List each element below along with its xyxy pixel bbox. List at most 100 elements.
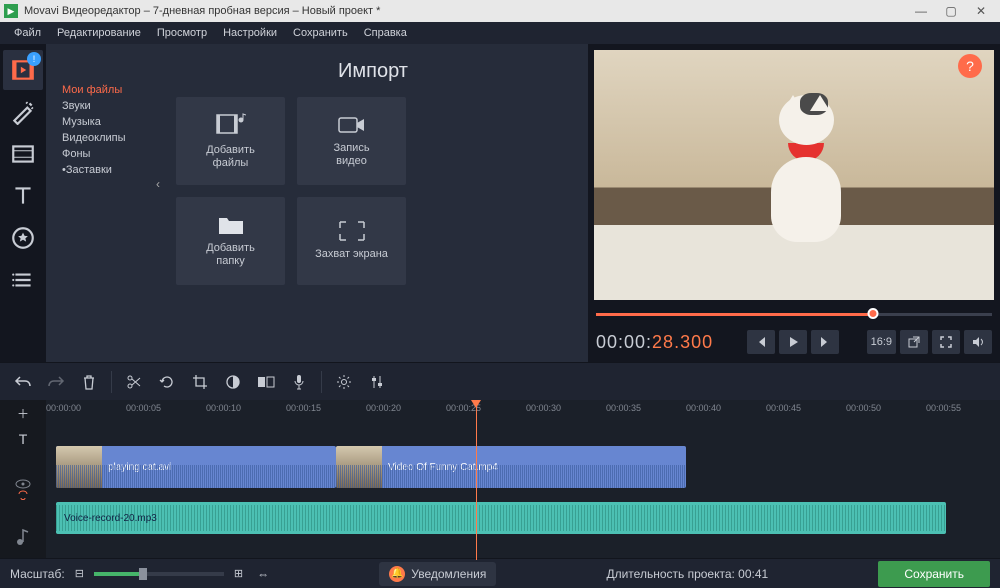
add-track-button[interactable]: ＋ [8,404,38,422]
menu-save[interactable]: Сохранить [285,27,356,39]
project-duration: Длительность проекта: 00:41 [606,567,768,581]
tick: 00:00:20 [366,403,401,413]
next-button[interactable] [811,330,839,354]
clip-properties-button[interactable] [329,368,359,396]
tile-record-video[interactable]: Запись видео [297,97,406,185]
audio-clip-1[interactable]: Voice-record-20.mp3 [56,502,946,534]
video-clip-1[interactable]: playing cat.avi [56,446,336,488]
tile-add-files[interactable]: Добавить файлы [176,97,285,185]
video-track-toggle[interactable] [14,478,32,502]
fit-icon[interactable]: ⇔ [257,567,269,581]
preview-viewport[interactable] [594,50,994,300]
popout-icon [907,335,921,349]
status-bar: Масштаб: ⊟ ⊞ ⇔ 🔔 Уведомления Длительност… [0,558,1000,588]
edit-toolbar [0,362,1000,400]
menubar: Файл Редактирование Просмотр Настройки С… [0,22,1000,44]
sliders-icon [370,374,384,390]
undo-button[interactable] [8,368,38,396]
sidebar-filters[interactable] [3,92,43,132]
skip-forward-icon [818,335,832,349]
menu-help[interactable]: Справка [356,27,415,39]
help-button[interactable]: ? [958,54,982,78]
zoom-in-icon[interactable]: ⊞ [234,567,243,580]
record-audio-button[interactable] [284,368,314,396]
left-sidebar: ! [0,44,46,362]
menu-settings[interactable]: Настройки [215,27,285,39]
sidebar-stickers[interactable] [3,218,43,258]
tile-label: Захват экрана [315,248,388,261]
tick: 00:00:30 [526,403,561,413]
play-button[interactable] [779,330,807,354]
tick: 00:00:15 [286,403,321,413]
cat-myfiles[interactable]: Мои файлы [56,82,168,98]
save-button[interactable]: Сохранить [878,561,990,587]
sidebar-import[interactable]: ! [3,50,43,90]
window-title: Movavi Видеоредактор – 7-дневная пробная… [24,5,906,17]
folder-icon [217,214,245,236]
sidebar-titles[interactable] [3,176,43,216]
tile-label: Добавить файлы [206,144,255,170]
tile-screen-capture[interactable]: Захват экрана [297,197,406,285]
volume-button[interactable] [964,330,992,354]
time-ruler[interactable]: 00:00:00 00:00:05 00:00:10 00:00:15 00:0… [46,400,1000,420]
audio-track[interactable]: Voice-record-20.mp3 [46,502,1000,534]
cat-videoclips[interactable]: Видеоклипы [56,130,168,146]
gear-icon [336,374,352,390]
delete-button[interactable] [74,368,104,396]
contrast-icon [225,374,241,390]
rotate-button[interactable] [152,368,182,396]
cat-intros[interactable]: •Заставки [56,162,168,178]
fullscreen-button[interactable] [932,330,960,354]
scrub-bar[interactable] [596,308,992,320]
cut-button[interactable] [119,368,149,396]
detach-button[interactable] [900,330,928,354]
app-icon: ▶ [4,4,18,18]
sidebar-more[interactable] [3,260,43,300]
list-icon [10,267,36,293]
aspect-ratio[interactable]: 16:9 [867,330,896,354]
skip-back-icon [754,335,768,349]
cat-sounds[interactable]: Звуки [56,98,168,114]
redo-button[interactable] [41,368,71,396]
video-track[interactable]: playing cat.avi Video Of Funny Cat.mp4 [46,446,1000,488]
fullscreen-icon [939,335,953,349]
video-clip-2[interactable]: Video Of Funny Cat.mp4 [336,446,686,488]
titlebar: ▶ Movavi Видеоредактор – 7-дневная пробн… [0,0,1000,22]
import-panel: Мои файлы Звуки Музыка Видеоклипы Фоны •… [46,44,588,362]
tick: 00:00:10 [206,403,241,413]
play-icon [786,335,800,349]
close-button[interactable]: ✕ [966,4,996,18]
menu-view[interactable]: Просмотр [149,27,215,39]
color-button[interactable] [218,368,248,396]
scissors-icon [126,374,142,390]
adjustment-button[interactable] [362,368,392,396]
tick: 00:00:45 [766,403,801,413]
menu-file[interactable]: Файл [6,27,49,39]
notifications-button[interactable]: 🔔 Уведомления [379,562,496,586]
timeline: ＋ T 00:00:00 00:00:05 00:00:10 00:00:15 … [0,400,1000,560]
minimize-button[interactable]: — [906,4,936,18]
speaker-icon [971,335,985,349]
crop-button[interactable] [185,368,215,396]
audio-track-toggle[interactable] [16,528,30,546]
zoom-out-icon[interactable]: ⊟ [75,567,84,580]
cat-backgrounds[interactable]: Фоны [56,146,168,162]
tile-add-folder[interactable]: Добавить папку [176,197,285,285]
timeline-tracks[interactable]: 00:00:00 00:00:05 00:00:10 00:00:15 00:0… [46,400,1000,560]
tick: 00:00:05 [126,403,161,413]
zoom-slider[interactable] [94,572,224,576]
tile-label: Запись видео [333,142,369,168]
menu-edit[interactable]: Редактирование [49,27,149,39]
cat-music[interactable]: Музыка [56,114,168,130]
eye-link-icon [14,478,32,502]
crop-icon [192,374,208,390]
maximize-button[interactable]: ▢ [936,4,966,18]
prev-button[interactable] [747,330,775,354]
sidebar-transitions[interactable] [3,134,43,174]
undo-icon [14,374,32,390]
playhead[interactable] [476,400,477,560]
notif-label: Уведомления [411,567,486,581]
collapse-handle[interactable]: ‹ [156,177,170,191]
transition-button[interactable] [251,368,281,396]
zoom-label: Масштаб: [10,567,65,581]
